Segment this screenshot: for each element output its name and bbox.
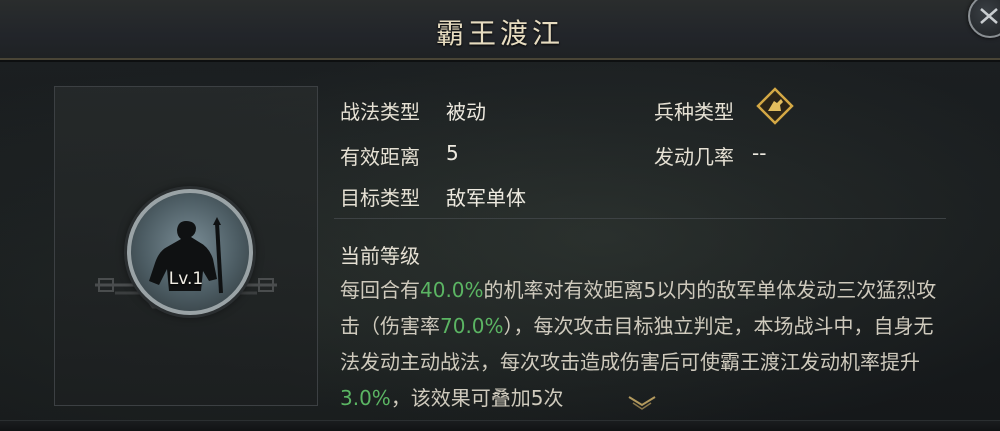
- trigger-rate-label: 发动几率: [654, 145, 734, 169]
- hero-portrait[interactable]: [127, 189, 253, 315]
- target-type-label: 目标类型: [340, 186, 420, 210]
- trigger-rate-value: --: [752, 141, 767, 165]
- title-bar: 霸王渡江: [0, 0, 1000, 60]
- current-level-title: 当前等级: [340, 244, 420, 268]
- portrait-panel: Lv.1: [54, 86, 318, 406]
- section-divider: [334, 218, 946, 219]
- desc-highlight-2: 70.0%: [440, 314, 504, 338]
- bottom-border: [0, 420, 1000, 431]
- desc-text-4: ，该效果可叠加5次: [390, 386, 564, 410]
- close-icon: [980, 8, 998, 24]
- desc-highlight-1: 40.0%: [420, 278, 484, 302]
- page-title: 霸王渡江: [435, 17, 564, 50]
- level-badge: Lv.1: [168, 269, 204, 289]
- range-label: 有效距离: [340, 145, 420, 169]
- range-value: 5: [446, 141, 459, 165]
- unit-type-label: 兵种类型: [654, 100, 734, 124]
- cavalry-icon[interactable]: [756, 87, 794, 125]
- chevron-down-icon[interactable]: [625, 394, 659, 412]
- target-type-value: 敌军单体: [446, 186, 526, 210]
- desc-text-1: 每回合有: [340, 278, 420, 302]
- tactic-type-label: 战法类型: [340, 100, 420, 124]
- tactic-type-value: 被动: [446, 100, 486, 124]
- desc-highlight-3: 3.0%: [340, 386, 391, 410]
